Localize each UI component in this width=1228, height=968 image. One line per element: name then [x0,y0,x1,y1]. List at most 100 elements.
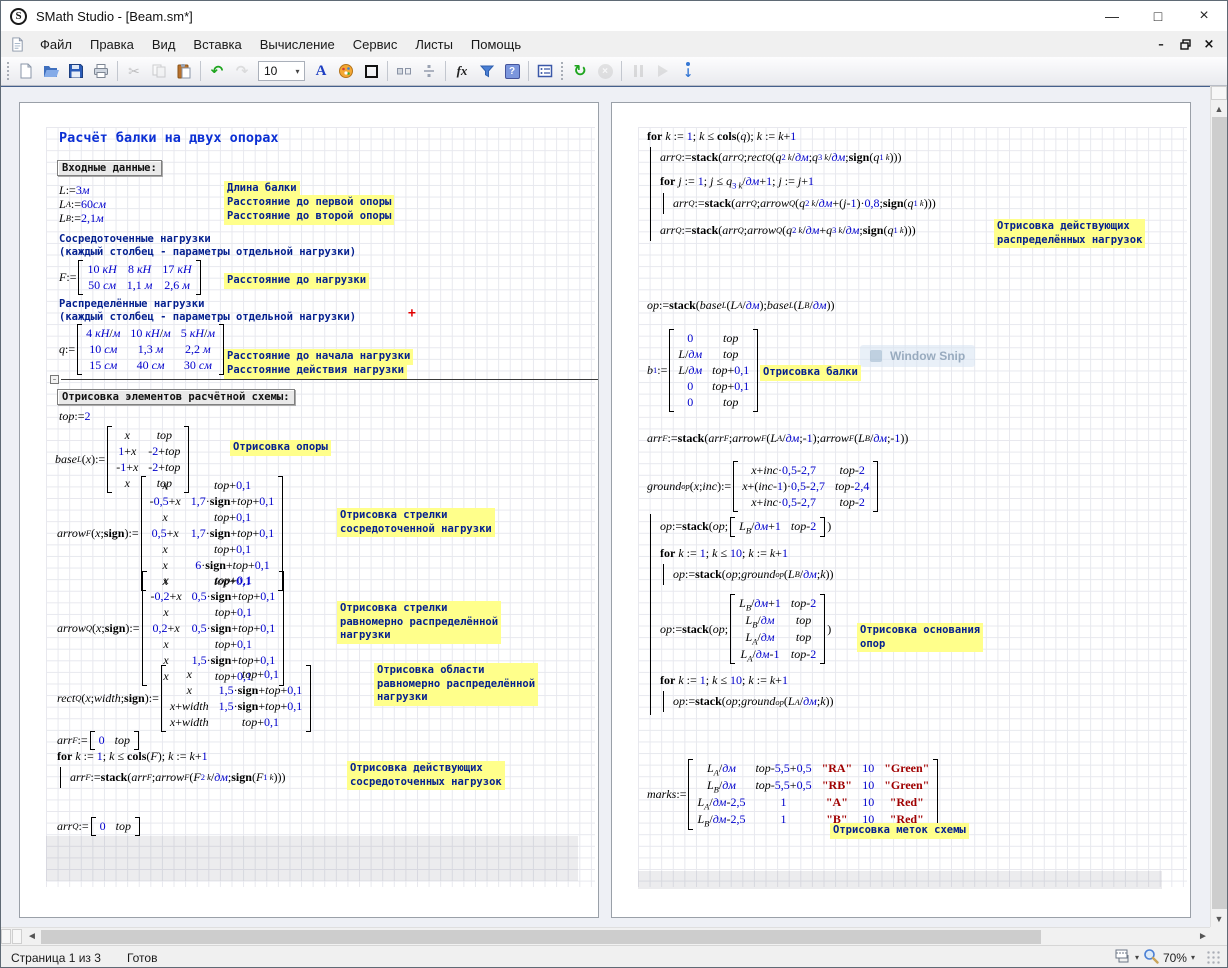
snap-button[interactable]: ↓ [676,59,700,83]
text-label[interactable]: Отрисовка элементов расчётной схемы: [57,389,295,405]
math-expression[interactable]: top := 2 [59,409,90,424]
save-button[interactable] [64,59,88,83]
maximize-button[interactable]: □ [1135,1,1181,31]
horizontal-split-button[interactable] [1,929,11,944]
math-block[interactable]: for k := 1; k ≤ cols(F); k := k+1arrF :=… [57,749,285,788]
math-expression[interactable]: op := stack(baseL(LA/дм); baseL(LB/дм)) [647,298,835,313]
scrollbar-corner [1210,927,1227,945]
comment[interactable]: Отрисовка областиравномерно распределённ… [374,663,538,706]
play-button [651,59,675,83]
toolbar-grip[interactable] [560,61,565,81]
document-page-1[interactable]: Расчёт балки на двух опорах Входные данны… [19,102,599,918]
comment[interactable]: Расстояние до второй опоры [224,209,394,225]
menu-item-5[interactable]: Сервис [344,33,407,56]
new-document-button[interactable] [14,59,38,83]
horizontal-scrollbar-thumb[interactable] [41,930,1041,944]
help-icon: ? [505,64,520,79]
math-expression[interactable]: arrF := stack(arrF; arrowF(LA/дм; -1); a… [647,431,908,446]
zoom-level[interactable]: 70% [1163,951,1187,965]
page-layout-icon[interactable] [1115,949,1131,966]
collapse-separator[interactable]: – [50,375,598,384]
math-expression[interactable]: q := 4 кН/м10 кН/м5 кН/м10 см1,3 м2,2 м1… [59,324,226,375]
math-expression[interactable]: LB := 2,1 м [59,211,104,226]
menu-item-0[interactable]: Файл [31,33,81,56]
undo-button[interactable]: ↶ [205,59,229,83]
document-icon[interactable] [10,37,25,52]
math-expression[interactable]: groundop(x; inc) := x+inc·0,5-2,7top-2x+… [647,461,880,512]
recalculate-button[interactable]: ↻ [568,59,592,83]
chevron-down-icon[interactable]: ▾ [1135,953,1139,962]
minimize-button[interactable]: — [1089,1,1135,31]
comment[interactable]: Отрисовка действующихсосредоточенных наг… [347,761,505,790]
font-size-combobox[interactable]: 10 ▾ [258,61,305,81]
help-box-button[interactable]: ? [500,59,524,83]
horizontal-scrollbar[interactable]: ◄ ► [1,927,1212,945]
math-expression[interactable]: rectQ(x; width; sign) := xtop+0,1x1,5·si… [57,665,313,732]
close-button[interactable]: × [1181,1,1227,31]
document-page-2[interactable]: for k := 1; k ≤ cols(q); k := k+1arrQ :=… [611,102,1191,918]
comment[interactable]: Отрисовка основанияопор [857,623,983,652]
vertical-scrollbar[interactable]: ▲ ▼ [1210,86,1227,927]
ready-status: Готов [127,951,158,965]
chevron-down-icon[interactable]: ▾ [1191,953,1195,962]
toolbar-separator [621,61,622,81]
insert-cursor: + [408,306,416,321]
scroll-down-icon[interactable]: ▼ [1211,910,1227,927]
horizontal-split-button[interactable] [12,929,22,944]
units-toggle-button[interactable] [392,59,416,83]
comment[interactable]: Отрисовка меток схемы [830,823,969,839]
comment[interactable]: Отрисовка стрелкиравномерно распределённ… [337,601,501,644]
comment[interactable]: Расстояние до нагрузки [224,273,369,289]
math-block[interactable]: for k := 1; k ≤ cols(q); k := k+1arrQ :=… [647,129,936,241]
comment[interactable]: Отрисовка балки [760,365,861,381]
print-button[interactable] [89,59,113,83]
math-expression[interactable]: arrF := 0top [57,731,141,750]
menu-item-7[interactable]: Помощь [462,33,530,56]
vertical-scrollbar-thumb[interactable] [1212,117,1227,909]
math-expression[interactable]: L := 3 м [59,183,89,198]
chevron-down-icon[interactable]: ▾ [291,67,304,76]
text-label[interactable]: Входные данные: [57,160,162,176]
matrix: 4 кН/м10 кН/м5 кН/м10 см1,3 м2,2 м15 см4… [77,324,224,375]
mdi-restore-button[interactable] [1175,36,1195,53]
stop-icon: × [598,64,613,79]
menu-item-6[interactable]: Листы [406,33,462,56]
mdi-close-button[interactable]: × [1199,36,1219,53]
comment[interactable]: Отрисовка стрелкисосредоточенной нагрузк… [337,508,495,537]
app-logo-icon: S [10,8,27,25]
menu-item-2[interactable]: Вид [143,33,185,56]
scroll-left-icon[interactable]: ◄ [23,928,41,945]
font-size-value[interactable]: 10 [259,64,291,78]
zoom-magnifier-icon[interactable] [1143,948,1159,967]
section-header[interactable]: Сосредоточенные нагрузки(каждый столбец … [59,233,356,259]
menu-item-3[interactable]: Вставка [184,33,250,56]
worksheet-canvas[interactable]: Расчёт балки на двух опорах Входные данны… [1,86,1228,927]
math-expression[interactable]: marks := LA/дмtop-5,5+0,5"RA"10"Green"LB… [647,759,940,830]
resize-grip[interactable] [1207,951,1221,965]
font-color-button[interactable]: A [309,59,333,83]
comment[interactable]: Отрисовка опоры [230,440,331,456]
toolbar-grip[interactable] [6,61,11,81]
page-title[interactable]: Расчёт балки на двух опорах [59,130,278,146]
border-button[interactable] [359,59,383,83]
math-expression[interactable]: b1 := 0topL/дмtopL/дмtop+0,10top+0,10top [647,329,760,412]
menu-item-4[interactable]: Вычисление [251,33,344,56]
math-expression[interactable]: LA := 60 см [59,197,106,212]
filter-button[interactable] [475,59,499,83]
section-header[interactable]: Распределённые нагрузки(каждый столбец -… [59,298,356,324]
insert-function-button[interactable]: fx [450,59,474,83]
math-expression[interactable]: F := 10 кН8 кН17 кН50 см1,1 м2,6 м [59,260,203,295]
menu-item-1[interactable]: Правка [81,33,143,56]
vertical-split-button[interactable] [1211,86,1227,100]
scroll-up-icon[interactable]: ▲ [1211,100,1227,117]
mdi-minimize-button[interactable]: – [1151,36,1171,53]
background-color-button[interactable] [334,59,358,83]
toolbar-separator [445,61,446,81]
comment[interactable]: Отрисовка действующихраспределённых нагр… [994,219,1145,248]
open-button[interactable] [39,59,63,83]
fraction-view-button[interactable] [417,59,441,83]
math-block[interactable]: op := stack(op; LB/дм+1top-2)for k := 1;… [647,511,834,715]
math-expression[interactable]: arrQ := 0top [57,817,142,836]
description-button[interactable] [533,59,557,83]
paste-button[interactable] [172,59,196,83]
